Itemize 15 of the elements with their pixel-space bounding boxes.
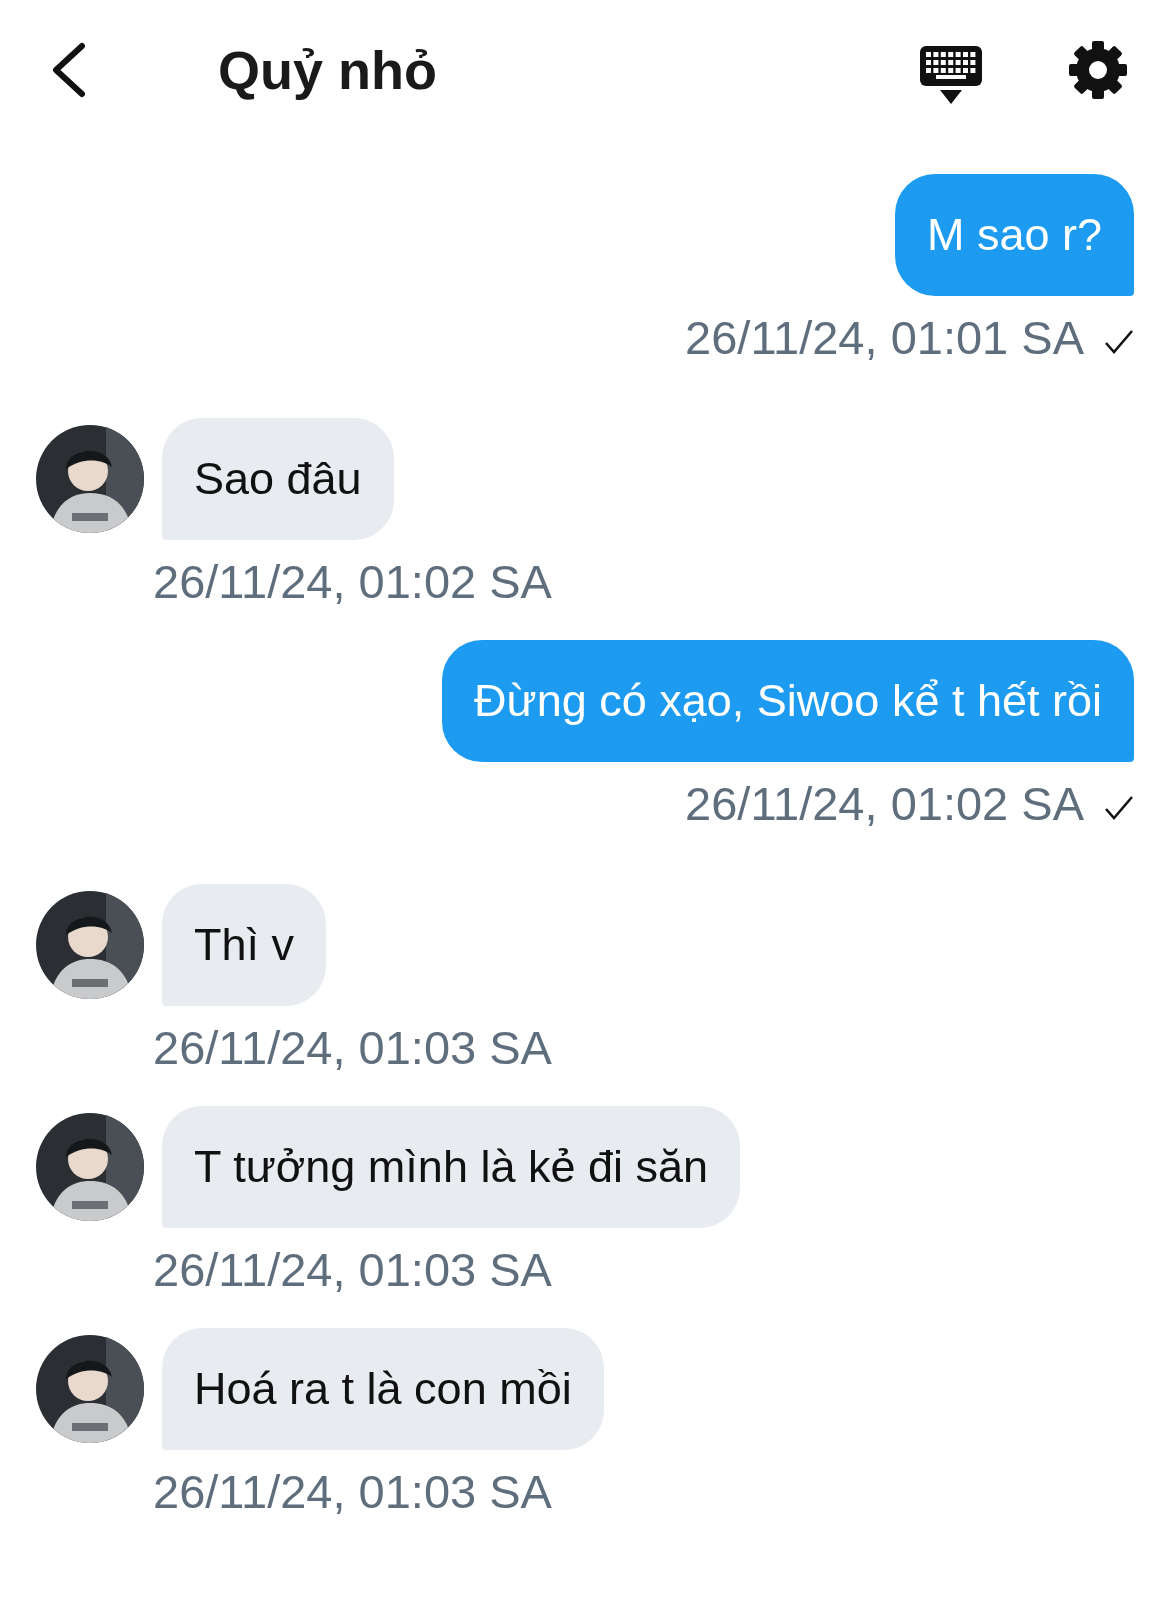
keyboard-icon[interactable] [920, 46, 982, 104]
settings-icon[interactable] [1068, 40, 1128, 100]
message-bubble: Sao đâu [162, 418, 394, 540]
message-bubble: Thì v [162, 884, 327, 1006]
message-bubble: Đừng có xạo, Siwoo kể t hết rồi [442, 640, 1134, 762]
timestamp: 26/11/24, 01:03 SA [153, 1242, 552, 1298]
timestamp: 26/11/24, 01:02 SA [153, 554, 552, 610]
timestamp: 26/11/24, 01:02 SA [685, 776, 1084, 832]
timestamp: 26/11/24, 01:03 SA [153, 1020, 552, 1076]
message-bubble: Hoá ra t là con mồi [162, 1328, 604, 1450]
chat-title: Quỷ nhỏ [218, 39, 438, 101]
timestamp: 26/11/24, 01:03 SA [153, 1464, 552, 1520]
message-bubble: T tưởng mình là kẻ đi săn [162, 1106, 741, 1228]
message-bubble: M sao r? [894, 174, 1134, 296]
timestamp: 26/11/24, 01:01 SA [685, 310, 1084, 366]
